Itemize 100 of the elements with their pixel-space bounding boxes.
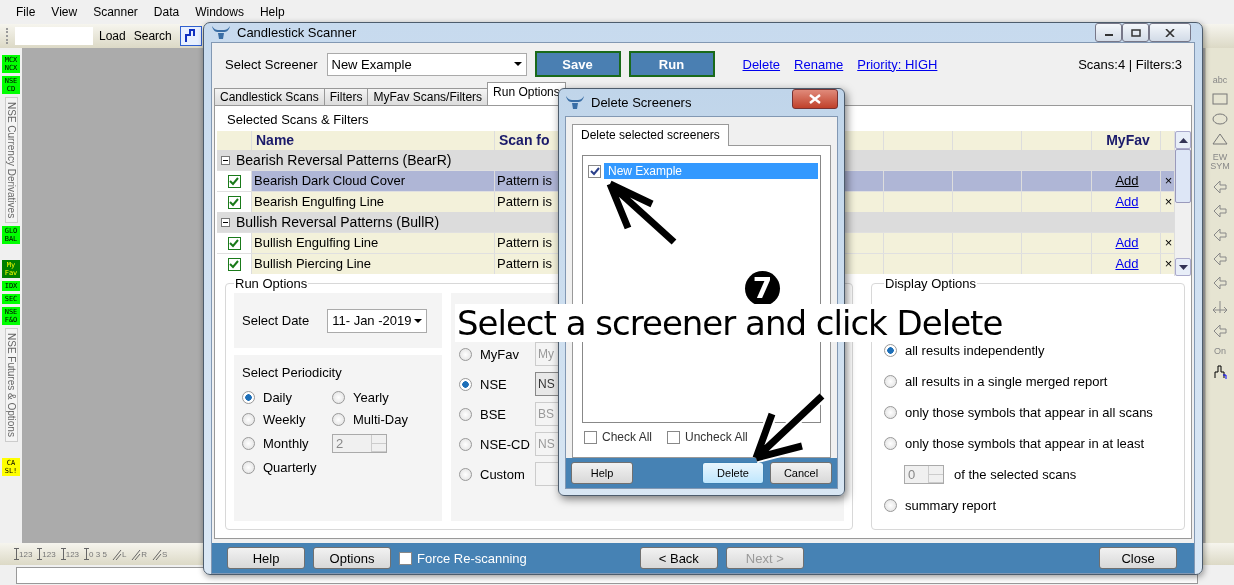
pen-icon[interactable] <box>1212 364 1228 380</box>
radio-button[interactable] <box>332 391 345 404</box>
radio-label[interactable]: Monthly <box>263 436 309 451</box>
toolbar-button[interactable]: Load <box>97 29 128 43</box>
remove-button[interactable]: × <box>1164 235 1173 250</box>
tab[interactable]: MyFav Scans/Filters <box>367 88 489 105</box>
dialog-button[interactable]: Help <box>571 462 633 484</box>
radio-button[interactable] <box>459 467 472 481</box>
checkbox[interactable] <box>227 174 241 188</box>
menu-item[interactable]: Help <box>251 5 293 19</box>
measure-tool[interactable]: 0 3 5 <box>84 547 107 561</box>
chart-tool-icon[interactable] <box>179 26 202 46</box>
radio-label[interactable]: all results independently <box>905 343 1045 358</box>
radio-button[interactable] <box>884 375 897 388</box>
toolbar-button[interactable]: Search <box>131 29 174 43</box>
radio-button[interactable] <box>242 461 255 474</box>
radio-label[interactable]: BSE <box>480 406 506 422</box>
menu-item[interactable]: File <box>8 5 44 19</box>
radio-label[interactable]: NSE <box>480 376 507 392</box>
radio-label[interactable]: Multi-Day <box>353 412 408 427</box>
checkbox[interactable] <box>399 551 412 565</box>
radio-button[interactable] <box>242 391 255 404</box>
tab[interactable]: Filters <box>323 88 369 105</box>
remove-button[interactable]: × <box>1164 256 1173 271</box>
radio-label[interactable]: Weekly <box>263 412 306 427</box>
run-button[interactable]: Run <box>628 51 715 77</box>
arrow-icon[interactable] <box>1212 275 1228 291</box>
side-tab[interactable]: NSE Currency Derivatives <box>4 97 18 224</box>
timer-icon[interactable] <box>1212 299 1228 315</box>
checkbox[interactable] <box>227 257 241 271</box>
radio-button[interactable] <box>884 344 897 357</box>
radio-button[interactable] <box>459 437 472 451</box>
radio-button[interactable] <box>459 347 472 361</box>
arrow-icon[interactable] <box>1212 203 1228 219</box>
menu-item[interactable]: Windows <box>187 5 252 19</box>
link[interactable]: Priority: HIGH <box>857 56 938 72</box>
measure-tool[interactable]: 123 <box>60 547 80 561</box>
checkbox[interactable] <box>227 236 241 250</box>
remove-button[interactable]: × <box>1164 194 1173 209</box>
options-button[interactable]: Options <box>313 547 391 569</box>
measure-tool[interactable]: R <box>131 547 148 561</box>
remove-button[interactable]: × <box>1164 173 1173 188</box>
screener-dropdown[interactable]: New Example <box>326 52 527 76</box>
checkbox[interactable] <box>227 195 241 209</box>
radio-button[interactable] <box>884 499 897 512</box>
radio-label[interactable]: Custom <box>480 466 525 482</box>
link[interactable]: Rename <box>794 56 844 72</box>
measure-tool[interactable]: 123 <box>14 547 33 561</box>
arrow-icon[interactable] <box>1212 227 1228 243</box>
symbol-field[interactable] <box>15 27 93 45</box>
rectangle-icon[interactable] <box>1212 93 1228 105</box>
radio-label[interactable]: Daily <box>263 390 292 405</box>
link[interactable]: Delete <box>742 56 781 72</box>
tab[interactable]: Delete selected screeners <box>572 124 729 146</box>
menu-item[interactable]: Scanner <box>85 5 146 19</box>
add-link[interactable]: Add <box>1115 194 1139 209</box>
checkbox[interactable] <box>667 430 681 444</box>
radio-button[interactable] <box>459 377 472 391</box>
checkbox-label[interactable]: Check All <box>602 430 653 444</box>
menu-item[interactable]: View <box>43 5 86 19</box>
dialog-button[interactable]: Delete <box>702 462 764 484</box>
arrow-icon[interactable] <box>1212 323 1228 339</box>
add-link[interactable]: Add <box>1115 173 1139 188</box>
radio-label[interactable]: summary report <box>905 498 997 513</box>
dialog-button[interactable]: Cancel <box>770 462 832 484</box>
checkbox-label[interactable]: Force Re-scanning <box>417 550 527 566</box>
add-link[interactable]: Add <box>1115 235 1139 250</box>
radio-label[interactable]: Yearly <box>353 390 389 405</box>
ellipse-icon[interactable] <box>1212 113 1228 125</box>
radio-label[interactable]: Quarterly <box>263 460 317 475</box>
tab[interactable]: Candlestick Scans <box>214 88 325 105</box>
radio-button[interactable] <box>459 407 472 421</box>
side-tab[interactable]: NSE Futures & Options <box>4 328 18 443</box>
arrow-icon[interactable] <box>1212 179 1228 195</box>
menu-item[interactable]: Data <box>145 5 188 19</box>
radio-button[interactable] <box>242 437 255 450</box>
radio-button[interactable] <box>884 437 897 450</box>
maximize-button[interactable] <box>1122 23 1149 42</box>
radio-label[interactable]: NSE-CD <box>480 436 530 452</box>
close-button[interactable] <box>1149 23 1191 42</box>
radio-button[interactable] <box>884 406 897 419</box>
help-button[interactable]: Help <box>227 547 305 569</box>
add-link[interactable]: Add <box>1115 256 1139 271</box>
save-button[interactable]: Save <box>534 51 621 77</box>
checkbox[interactable] <box>588 164 601 178</box>
minimize-button[interactable] <box>1095 23 1122 42</box>
radio-label[interactable]: all results in a single merged report <box>905 374 1108 389</box>
checkbox-label[interactable]: Uncheck All <box>685 430 748 444</box>
back-button[interactable]: < Back <box>639 547 718 569</box>
radio-label[interactable]: only those symbols that appear in all scans <box>905 405 1153 420</box>
triangle-icon[interactable] <box>1212 133 1228 145</box>
close-button[interactable] <box>792 88 838 109</box>
close-button[interactable]: Close <box>1099 547 1177 569</box>
measure-tool[interactable]: L <box>111 547 127 561</box>
measure-tool[interactable]: 123 <box>37 547 56 561</box>
radio-label[interactable]: MyFav <box>480 346 519 362</box>
measure-tool[interactable]: S <box>152 547 168 561</box>
arrow-icon[interactable] <box>1212 251 1228 267</box>
date-dropdown[interactable]: 11- Jan -2019 <box>327 308 428 333</box>
tab[interactable]: Run Options <box>487 82 566 105</box>
